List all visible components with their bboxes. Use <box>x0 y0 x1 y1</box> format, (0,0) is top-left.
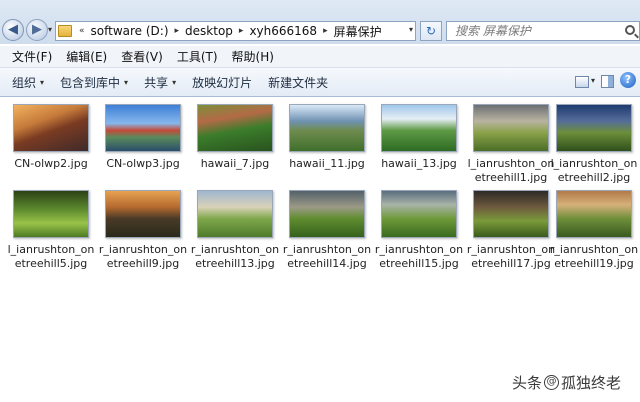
file-name: r_ianrushton_onetreehill19.jpg <box>549 243 639 270</box>
chevron-down-icon: ▾ <box>172 77 177 87</box>
file-list-pane: CN-olwp2.jpg CN-olwp3.jpg hawaii_7.jpg h… <box>0 98 640 402</box>
file-name: hawaii_7.jpg <box>200 157 270 170</box>
forward-button[interactable]: ▶ <box>26 19 48 41</box>
toolbar-right-group: ▾ ? <box>569 72 636 88</box>
image-thumbnail[interactable] <box>105 190 181 238</box>
image-thumbnail[interactable] <box>473 104 549 152</box>
file-item[interactable]: CN-olwp3.jpg <box>97 104 189 171</box>
file-name: CN-olwp2.jpg <box>14 157 88 170</box>
file-item[interactable]: l_ianrushton_onetreehill2.jpg <box>548 104 640 185</box>
file-name: r_ianrushton_onetreehill14.jpg <box>282 243 372 270</box>
organize-button[interactable]: 组织 ▾ <box>4 74 52 91</box>
back-button[interactable]: ◀ <box>2 19 24 41</box>
file-name: l_ianrushton_onetreehill2.jpg <box>550 157 638 184</box>
address-dropdown-icon[interactable]: ▾ <box>409 25 413 34</box>
watermark-at-icon: @ <box>544 375 560 390</box>
menu-bar: 文件(F) 编辑(E) 查看(V) 工具(T) 帮助(H) <box>0 46 640 68</box>
include-in-library-button[interactable]: 包含到库中 ▾ <box>52 74 136 91</box>
file-name: hawaii_11.jpg <box>289 157 365 170</box>
file-item[interactable]: r_ianrushton_onetreehill9.jpg <box>97 190 189 271</box>
breadcrumb-drive[interactable]: software (D:) <box>88 24 172 38</box>
menu-tools[interactable]: 工具(T) <box>170 48 225 65</box>
change-view-icon[interactable] <box>574 75 589 88</box>
view-options-dropdown-icon[interactable]: ▾ <box>591 76 595 85</box>
menu-help[interactable]: 帮助(H) <box>225 48 281 65</box>
image-thumbnail[interactable] <box>13 104 89 152</box>
share-label: 共享 <box>144 75 169 90</box>
file-name: l_ianrushton_onetreehill1.jpg <box>467 157 555 184</box>
image-thumbnail[interactable] <box>197 190 273 238</box>
file-name: r_ianrushton_onetreehill15.jpg <box>374 243 464 270</box>
search-icon[interactable] <box>625 25 635 35</box>
recent-pages-dropdown[interactable]: ▾ <box>48 25 52 34</box>
breadcrumb-user-folder[interactable]: xyh666168 <box>246 24 320 38</box>
image-thumbnail[interactable] <box>556 104 632 152</box>
file-item[interactable]: r_ianrushton_onetreehill14.jpg <box>281 190 373 271</box>
folder-icon <box>58 25 72 37</box>
breadcrumb-current-folder[interactable]: 屏幕保护 <box>331 23 385 40</box>
watermark-left-text: 头条 <box>512 374 543 392</box>
menu-file[interactable]: 文件(F) <box>5 48 59 65</box>
menu-view[interactable]: 查看(V) <box>114 48 170 65</box>
command-toolbar: 组织 ▾ 包含到库中 ▾ 共享 ▾ 放映幻灯片 新建文件夹 ▾ ? <box>0 68 640 97</box>
organize-label: 组织 <box>12 75 37 90</box>
image-thumbnail[interactable] <box>381 104 457 152</box>
file-item[interactable]: r_ianrushton_onetreehill17.jpg <box>465 190 557 271</box>
breadcrumb-separator[interactable]: ▸ <box>320 26 331 36</box>
file-item[interactable]: hawaii_7.jpg <box>189 104 281 171</box>
chevron-down-icon: ▾ <box>40 77 45 87</box>
chevron-down-icon: ▾ <box>124 77 129 87</box>
breadcrumb-desktop[interactable]: desktop <box>182 24 236 38</box>
image-thumbnail[interactable] <box>197 104 273 152</box>
breadcrumb-separator[interactable]: ▸ <box>236 26 247 36</box>
image-thumbnail[interactable] <box>473 190 549 238</box>
file-name: hawaii_13.jpg <box>381 157 457 170</box>
file-name: r_ianrushton_onetreehill13.jpg <box>190 243 280 270</box>
image-thumbnail[interactable] <box>105 104 181 152</box>
search-input[interactable] <box>447 22 617 40</box>
search-box <box>446 21 640 41</box>
file-name: r_ianrushton_onetreehill9.jpg <box>98 243 188 270</box>
file-item[interactable]: l_ianrushton_onetreehill1.jpg <box>465 104 557 185</box>
file-item[interactable]: r_ianrushton_onetreehill19.jpg <box>548 190 640 271</box>
file-item[interactable]: hawaii_13.jpg <box>373 104 465 171</box>
share-button[interactable]: 共享 ▾ <box>136 74 184 91</box>
file-item[interactable]: l_ianrushton_onetreehill5.jpg <box>5 190 97 271</box>
file-name: r_ianrushton_onetreehill17.jpg <box>466 243 556 270</box>
new-folder-button[interactable]: 新建文件夹 <box>260 74 336 91</box>
address-bar[interactable]: « software (D:) ▸ desktop ▸ xyh666168 ▸ … <box>55 21 416 41</box>
help-icon[interactable]: ? <box>620 72 636 88</box>
file-item[interactable]: r_ianrushton_onetreehill15.jpg <box>373 190 465 271</box>
file-item[interactable]: hawaii_11.jpg <box>281 104 373 171</box>
include-in-library-label: 包含到库中 <box>60 75 121 90</box>
back-arrow-icon: ◀ <box>8 22 18 37</box>
slideshow-button[interactable]: 放映幻灯片 <box>184 74 260 91</box>
image-thumbnail[interactable] <box>13 190 89 238</box>
forward-arrow-icon: ▶ <box>32 22 42 37</box>
watermark-right-text: 孤独终老 <box>561 374 622 392</box>
refresh-button[interactable]: ↻ <box>420 21 442 41</box>
image-thumbnail[interactable] <box>289 190 365 238</box>
file-item[interactable]: CN-olwp2.jpg <box>5 104 97 171</box>
address-overflow-chevron[interactable]: « <box>76 26 88 36</box>
file-name: CN-olwp3.jpg <box>106 157 180 170</box>
watermark: 头条 @ 孤独终老 <box>512 372 621 393</box>
preview-pane-icon[interactable] <box>601 74 614 88</box>
breadcrumb-separator[interactable]: ▸ <box>172 26 183 36</box>
file-name: l_ianrushton_onetreehill5.jpg <box>7 243 95 270</box>
menu-edit[interactable]: 编辑(E) <box>59 48 114 65</box>
address-bar-row: ◀ ▶ ▾ « software (D:) ▸ desktop ▸ xyh666… <box>0 0 640 44</box>
image-thumbnail[interactable] <box>556 190 632 238</box>
image-thumbnail[interactable] <box>381 190 457 238</box>
file-item[interactable]: r_ianrushton_onetreehill13.jpg <box>189 190 281 271</box>
image-thumbnail[interactable] <box>289 104 365 152</box>
